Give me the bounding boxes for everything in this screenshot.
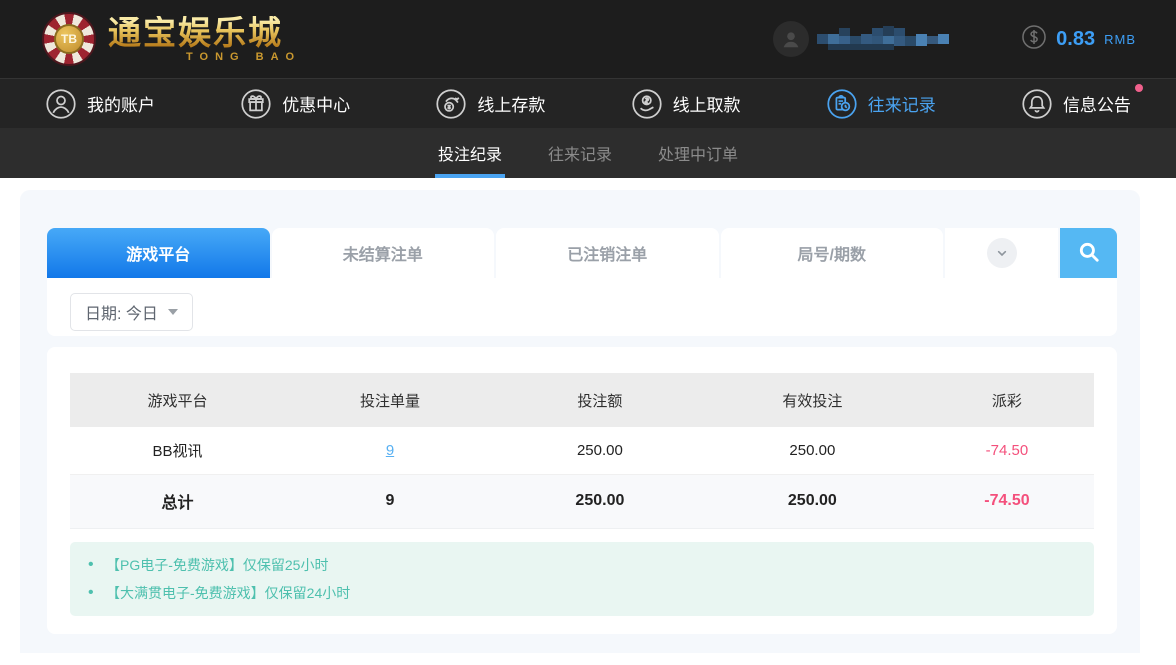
notification-dot — [1134, 83, 1143, 92]
caret-down-icon — [167, 309, 178, 315]
col-bet-count: 投注单量 — [285, 373, 495, 427]
brand-subtitle: TONG BAO — [186, 50, 302, 63]
balance-amount: 0.83 — [1056, 27, 1096, 50]
col-payout: 派彩 — [919, 373, 1094, 427]
cell-valid-bets: 250.00 — [704, 427, 920, 475]
cell-payout: -74.50 — [919, 427, 1094, 475]
tab-round-number[interactable]: 局号/期数 — [720, 228, 943, 278]
content-panel: 游戏平台 未结算注单 已注销注单 局号/期数 日期: 今日 游戏平台 投注单量 … — [20, 190, 1140, 653]
main-navigation: 我的账户 优惠中心 线上存款 线上取款 往来记录 信息公告 — [0, 78, 1176, 128]
nav-label: 我的账户 — [87, 96, 155, 115]
note-item: 【PG电子-免费游戏】仅保留25小时 — [84, 551, 1074, 579]
chevron-down-icon — [986, 238, 1017, 268]
username-redacted — [817, 26, 950, 50]
notes-box: 【PG电子-免费游戏】仅保留25小时 【大满贯电子-免费游戏】仅保留24小时 — [70, 541, 1094, 616]
tab-game-platform[interactable]: 游戏平台 — [47, 228, 270, 278]
withdraw-icon — [631, 88, 663, 120]
col-bet-amount: 投注额 — [494, 373, 705, 427]
nav-item-deposit[interactable]: 线上存款 — [435, 88, 545, 120]
logo-monogram: TB — [54, 24, 84, 54]
total-label: 总计 — [70, 474, 286, 529]
nav-label: 优惠中心 — [282, 96, 351, 115]
nav-item-my-account[interactable]: 我的账户 — [45, 88, 155, 120]
total-count: 9 — [285, 474, 495, 529]
balance[interactable]: 0.83 RMB — [1021, 24, 1136, 55]
bet-count-link[interactable]: 9 — [386, 442, 394, 459]
filter-row: 日期: 今日 — [47, 278, 1117, 336]
nav-item-withdraw[interactable]: 线上取款 — [631, 88, 741, 120]
total-bet-amount: 250.00 — [494, 474, 705, 529]
nav-label: 往来记录 — [867, 96, 936, 115]
nav-label: 信息公告 — [1062, 96, 1131, 115]
col-valid-bets: 有效投注 — [704, 373, 920, 427]
nav-label: 线上取款 — [672, 96, 741, 115]
total-valid-bets: 250.00 — [704, 474, 920, 529]
bets-summary-table: 游戏平台 投注单量 投注额 有效投注 派彩 BB视讯 9 250.00 250.… — [70, 373, 1094, 529]
expand-filters-toggle[interactable] — [945, 228, 1058, 278]
subtab-processing-orders[interactable]: 处理中订单 — [658, 128, 738, 178]
nav-label: 线上存款 — [477, 96, 546, 115]
filter-card: 游戏平台 未结算注单 已注销注单 局号/期数 日期: 今日 — [47, 228, 1117, 336]
note-item: 【大满贯电子-免费游戏】仅保留24小时 — [84, 579, 1074, 607]
date-filter-label: 日期: 今日 — [85, 306, 158, 323]
nav-item-announcements[interactable]: 信息公告 — [1021, 83, 1143, 120]
tab-unsettled-bets[interactable]: 未结算注单 — [271, 228, 494, 278]
search-button[interactable] — [1060, 228, 1117, 278]
records-icon — [826, 88, 858, 120]
brand-title: 通宝娱乐城 — [108, 16, 301, 49]
logo-chip-icon: TB — [42, 12, 96, 66]
nav-item-promotions[interactable]: 优惠中心 — [240, 88, 350, 120]
nav-item-transaction-records[interactable]: 往来记录 — [826, 88, 936, 120]
dollar-icon — [1021, 24, 1047, 55]
deposit-icon — [435, 88, 467, 120]
results-card: 游戏平台 投注单量 投注额 有效投注 派彩 BB视讯 9 250.00 250.… — [47, 347, 1117, 634]
col-game-platform: 游戏平台 — [70, 373, 286, 427]
brand-logo[interactable]: TB 通宝娱乐城 TONG BAO — [42, 12, 301, 66]
user-account[interactable] — [773, 21, 950, 57]
avatar — [773, 21, 810, 57]
search-icon — [1076, 239, 1102, 268]
table-total-row: 总计 9 250.00 250.00 -74.50 — [70, 474, 1094, 529]
date-filter-dropdown[interactable]: 日期: 今日 — [70, 293, 193, 331]
filter-tabs: 游戏平台 未结算注单 已注销注单 局号/期数 — [47, 228, 1117, 278]
table-header-row: 游戏平台 投注单量 投注额 有效投注 派彩 — [70, 373, 1094, 427]
cell-platform: BB视讯 — [70, 427, 286, 475]
gift-icon — [240, 88, 272, 120]
table-row: BB视讯 9 250.00 250.00 -74.50 — [70, 427, 1094, 475]
subtab-betting-records[interactable]: 投注纪录 — [434, 128, 506, 178]
tab-cancelled-bets[interactable]: 已注销注单 — [496, 228, 719, 278]
cell-bet-amount: 250.00 — [494, 427, 705, 475]
balance-currency: RMB — [1104, 31, 1136, 47]
bell-icon — [1021, 88, 1053, 120]
subtab-transaction-records[interactable]: 往来记录 — [548, 128, 612, 178]
total-payout: -74.50 — [919, 474, 1094, 529]
user-icon — [45, 88, 77, 120]
sub-navigation: 投注纪录 往来记录 处理中订单 — [0, 128, 1176, 178]
app-header: TB 通宝娱乐城 TONG BAO 0.83 RMB — [0, 0, 1176, 78]
